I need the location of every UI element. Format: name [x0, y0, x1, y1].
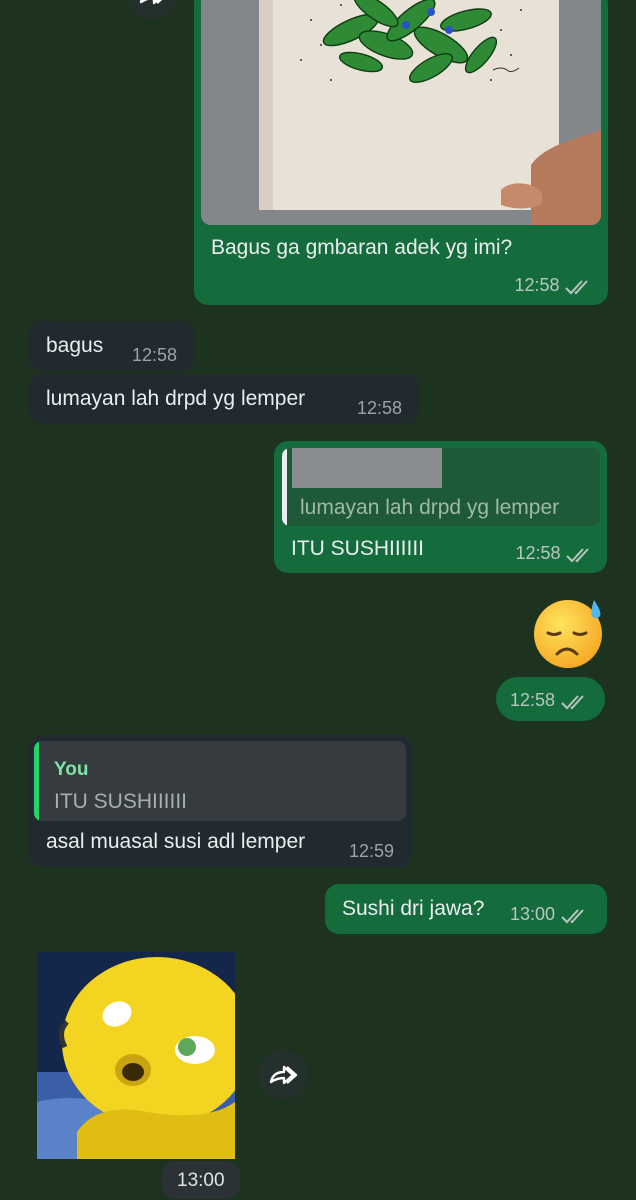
message-outgoing-image[interactable]: Bagus ga gmbaran adek yg imi? 12:58 — [194, 0, 608, 305]
quoted-message[interactable]: lumayan lah drpd yg lemper — [282, 448, 600, 526]
double-check-icon — [560, 909, 584, 924]
message-text: asal muasal susi adl lemper — [46, 830, 306, 853]
message-incoming-reply[interactable]: You ITU SUSHIIIIII asal muasal susi adl … — [28, 735, 412, 867]
quote-accent-bar — [282, 448, 287, 526]
forward-button[interactable] — [258, 1050, 308, 1100]
quoted-message[interactable]: You ITU SUSHIIIIII — [34, 741, 406, 821]
forward-button-top[interactable] — [128, 0, 178, 20]
message-time: 12:58 — [132, 345, 178, 365]
double-check-icon — [566, 548, 589, 563]
message-caption: Bagus ga gmbaran adek yg imi? — [211, 236, 513, 259]
message-meta: 12:58 — [515, 275, 593, 296]
quote-author: You — [54, 759, 89, 780]
message-meta: 13:00 — [510, 904, 588, 925]
drawing-photo — [201, 0, 601, 225]
message-outgoing-reply[interactable]: lumayan lah drpd yg lemper ITU SUSHIIIII… — [274, 441, 607, 573]
message-time: 13:00 — [177, 1170, 225, 1191]
message-time: 12:58 — [515, 543, 561, 563]
message-incoming[interactable]: bagus 12:58 — [28, 321, 195, 371]
psyduck-image — [37, 952, 235, 1159]
message-time: 12:58 — [514, 275, 560, 295]
quoted-text: ITU SUSHIIIIII — [54, 790, 188, 813]
message-time: 13:00 — [510, 904, 556, 924]
message-incoming[interactable]: lumayan lah drpd yg lemper 12:58 — [28, 374, 420, 424]
forward-icon — [139, 0, 163, 5]
message-time: 12:59 — [349, 841, 395, 861]
message-text: Sushi dri jawa? — [342, 897, 485, 920]
message-outgoing[interactable]: Sushi dri jawa? 13:00 — [325, 884, 607, 934]
message-emoji[interactable] — [530, 596, 610, 670]
message-text: bagus — [46, 334, 104, 357]
double-check-icon — [560, 695, 584, 710]
message-incoming-image[interactable] — [37, 952, 235, 1159]
quoted-text: lumayan lah drpd yg lemper — [300, 496, 560, 519]
message-meta-bubble: 12:58 — [496, 677, 605, 721]
message-meta: 12:58 — [516, 543, 594, 564]
message-time: 12:58 — [357, 398, 403, 418]
sad-sweat-emoji-icon — [534, 600, 602, 668]
redacted-author — [292, 448, 442, 488]
message-time: 12:58 — [510, 690, 556, 710]
message-meta: 12:58 — [510, 690, 588, 711]
message-text: lumayan lah drpd yg lemper — [46, 387, 306, 410]
image-time-badge: 13:00 — [162, 1161, 240, 1199]
quote-accent-bar — [34, 741, 39, 821]
forward-icon — [269, 1065, 298, 1085]
double-check-icon — [565, 280, 588, 295]
message-text: ITU SUSHIIIIII — [291, 537, 425, 560]
message-image[interactable] — [201, 0, 601, 225]
